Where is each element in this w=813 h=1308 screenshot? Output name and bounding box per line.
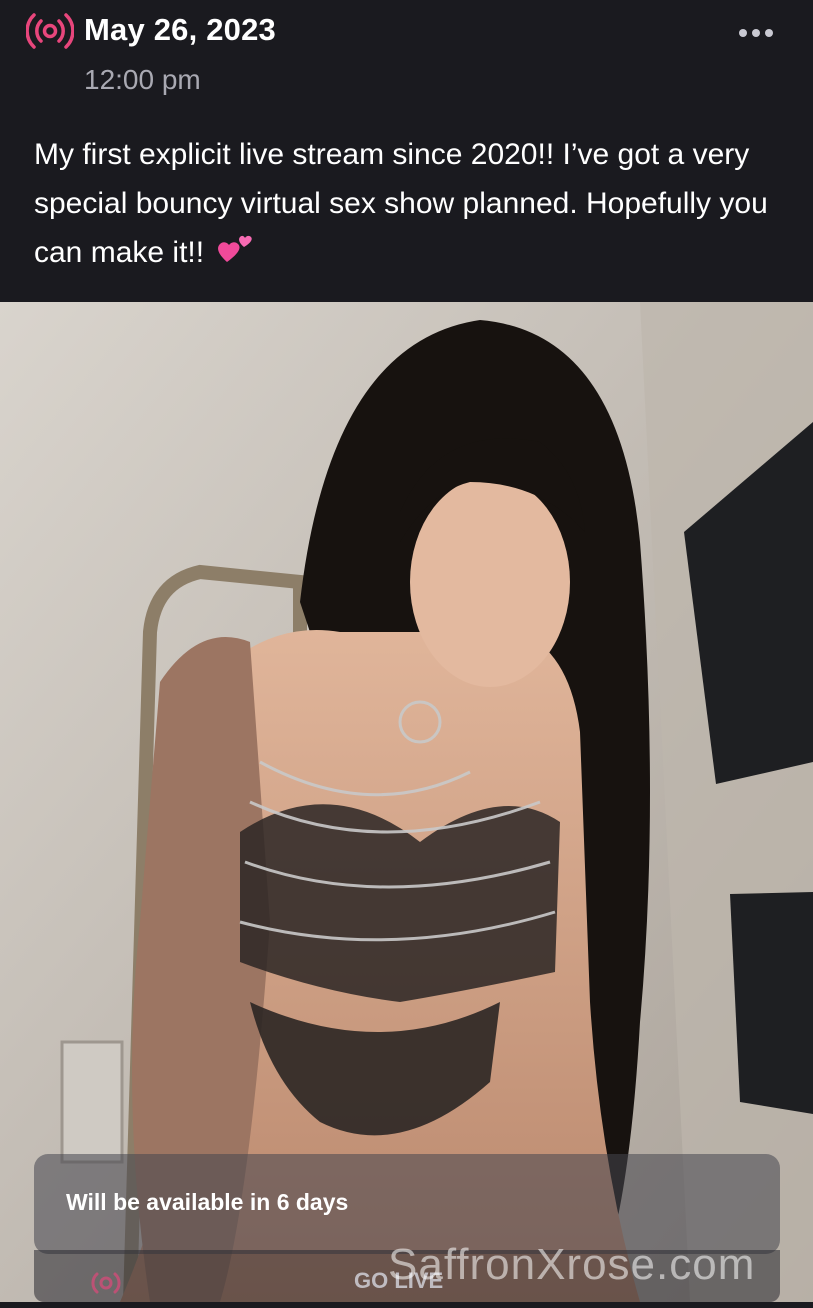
post-header: May 26, 2023 12:00 pm My first explicit … <box>0 0 813 302</box>
post-body: My first explicit live stream since 2020… <box>34 138 768 269</box>
live-broadcast-icon <box>91 1272 121 1294</box>
more-options-button[interactable] <box>732 18 780 48</box>
live-broadcast-icon <box>26 13 74 49</box>
more-dots-icon <box>739 29 747 37</box>
photo-illustration <box>0 302 813 1302</box>
post-media-image[interactable] <box>0 302 813 1302</box>
availability-text: Will be available in 6 days <box>66 1189 349 1215</box>
two-hearts-emoji <box>218 235 253 262</box>
post-time: 12:00 pm <box>84 64 201 95</box>
post-date: May 26, 2023 <box>84 12 276 47</box>
watermark-text: SaffronXrose.com <box>388 1240 756 1289</box>
post-text: My first explicit live stream since 2020… <box>34 130 794 277</box>
bottom-edge <box>0 1302 813 1308</box>
